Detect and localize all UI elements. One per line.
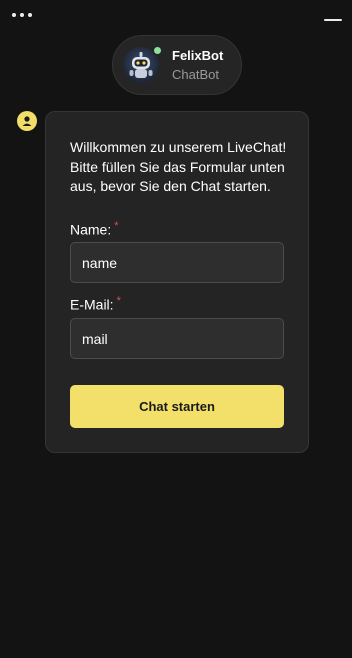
email-label-text: E-Mail: — [70, 296, 114, 313]
user-icon — [17, 111, 37, 131]
menu-dot — [12, 13, 16, 17]
minimize-bar — [324, 19, 342, 21]
email-input-value: mail — [82, 330, 108, 347]
bot-name: FelixBot — [172, 48, 224, 63]
bot-avatar — [123, 45, 163, 83]
name-input[interactable]: name — [70, 242, 284, 283]
bot-role: ChatBot — [172, 67, 219, 82]
bot-info: FelixBot ChatBot — [172, 48, 223, 82]
more-options-icon[interactable] — [8, 8, 36, 22]
name-label-text: Name: — [70, 221, 112, 238]
minimize-icon[interactable] — [322, 10, 344, 24]
chat-widget: FelixBot ChatBot Willkommen zu unserem L… — [0, 0, 352, 658]
start-chat-button[interactable]: Chat starten — [70, 385, 284, 428]
name-input-value: name — [82, 254, 118, 271]
welcome-message: Willkommen zu unserem LiveChat! Bitte fü… — [70, 139, 287, 194]
required-mark: * — [116, 295, 121, 307]
pre-chat-form-card: Willkommen zu unserem LiveChat! Bitte fü… — [45, 111, 309, 453]
menu-dot — [20, 13, 24, 17]
online-status-indicator — [152, 45, 163, 56]
email-label: E-Mail: * — [70, 295, 121, 313]
required-mark: * — [114, 220, 119, 232]
name-label: Name: * — [70, 220, 119, 238]
person-icon — [22, 116, 32, 126]
bot-header: FelixBot ChatBot — [112, 35, 242, 95]
menu-dot — [28, 13, 32, 17]
email-input[interactable]: mail — [70, 318, 284, 359]
